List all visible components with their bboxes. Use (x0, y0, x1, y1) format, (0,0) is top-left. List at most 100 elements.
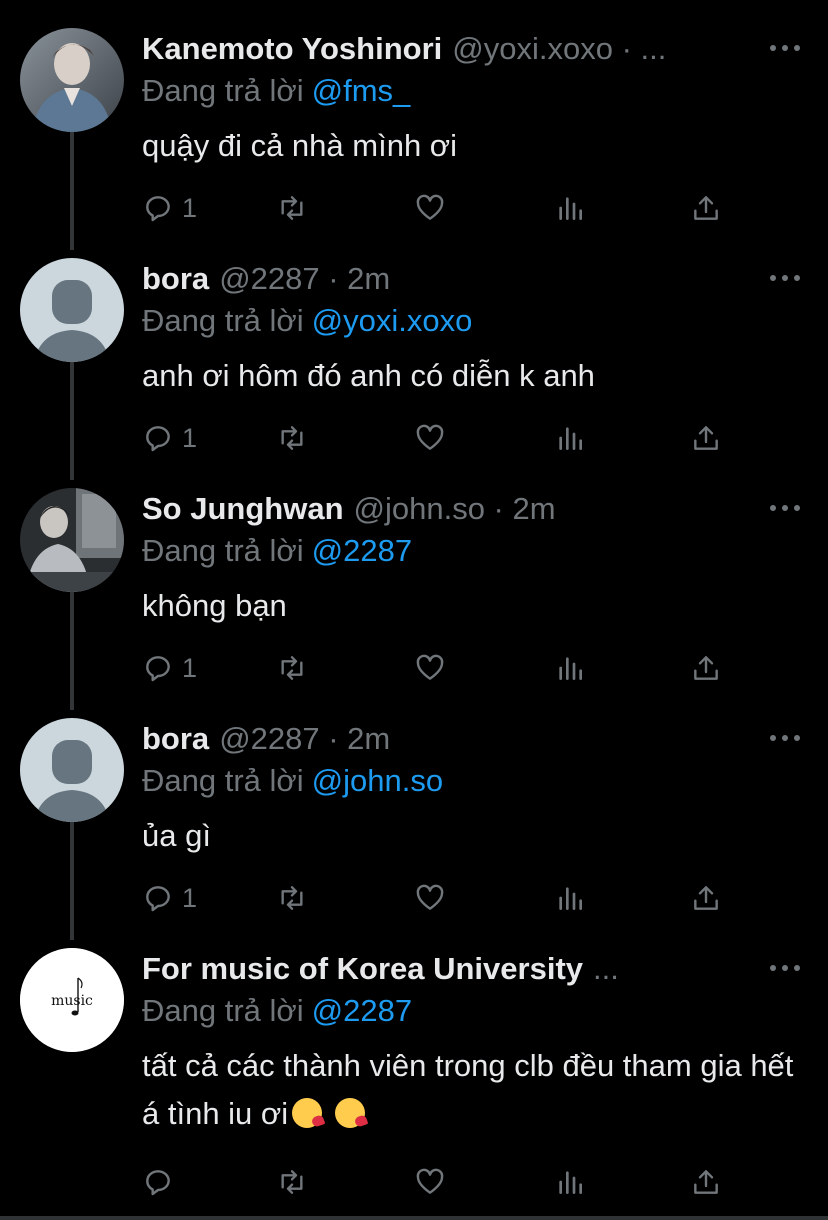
more-options-icon[interactable] (770, 266, 800, 290)
handle-time: @yoxi.xoxo · ... (452, 31, 667, 66)
tweet-text-container: tất cả các thành viên trong clb đều tham… (142, 1042, 808, 1138)
default-avatar-icon (20, 258, 124, 362)
tweet-header: bora @2287 · 2m (142, 258, 718, 300)
mention-link[interactable]: @yoxi.xoxo (312, 303, 473, 338)
reply-thread: Kanemoto Yoshinori @yoxi.xoxo · ... Đang … (0, 0, 828, 1220)
replying-to: Đang trả lời @john.so (142, 760, 443, 802)
replying-to: Đang trả lời @2287 (142, 990, 412, 1032)
stats-icon (559, 197, 582, 220)
replying-to: Đang trả lời @2287 (142, 530, 412, 572)
stats-icon (559, 887, 582, 910)
display-name[interactable]: bora (142, 261, 209, 296)
thread-line (70, 822, 74, 920)
handle-time: ... (593, 951, 619, 986)
like-button[interactable] (414, 1160, 446, 1204)
avatar[interactable] (20, 258, 124, 362)
retweet-button[interactable] (276, 876, 308, 920)
like-button[interactable] (414, 876, 446, 920)
mention-link[interactable]: @john.so (312, 763, 443, 798)
stats-button[interactable] (554, 416, 586, 460)
tweet-actions: 1 (142, 646, 742, 690)
retweet-icon (281, 1170, 303, 1194)
share-button[interactable] (690, 1160, 722, 1204)
stats-button[interactable] (554, 1160, 586, 1204)
reply-count: 1 (182, 652, 198, 683)
reply-button[interactable] (142, 1160, 182, 1204)
reply-button[interactable]: 1 (142, 876, 197, 920)
tweet-actions: 1 (142, 186, 742, 230)
tweet-text: không bạn (142, 588, 287, 623)
tweet[interactable]: Kanemoto Yoshinori @yoxi.xoxo · ... Đang … (0, 0, 828, 230)
reply-icon (146, 656, 170, 682)
mention-link[interactable]: @fms_ (312, 73, 411, 108)
more-options-icon[interactable] (770, 36, 800, 60)
reply-button[interactable]: 1 (142, 646, 197, 690)
share-button[interactable] (690, 416, 722, 460)
retweet-icon (281, 196, 303, 220)
tweet[interactable]: bora @2287 · 2m Đang trả lời @john.so ủa g… (0, 690, 828, 920)
share-icon (694, 426, 718, 450)
share-icon (694, 886, 718, 910)
kissing-heart-emoji (334, 1098, 365, 1128)
retweet-icon (281, 886, 303, 910)
tweet-header: For music of Korea University... (142, 948, 718, 990)
stats-button[interactable] (554, 876, 586, 920)
avatar[interactable] (20, 718, 124, 822)
retweet-button[interactable] (276, 1160, 308, 1204)
tweet[interactable]: music For music of Korea University... Đ… (0, 920, 828, 1220)
reply-count: 1 (182, 422, 198, 453)
avatar[interactable]: music (20, 948, 124, 1052)
share-button[interactable] (690, 186, 722, 230)
stats-icon (559, 427, 582, 450)
more-options-icon[interactable] (770, 726, 800, 750)
reply-button[interactable]: 1 (142, 186, 197, 230)
display-name[interactable]: For music of Korea University (142, 951, 583, 986)
retweet-button[interactable] (276, 186, 308, 230)
tweet-actions: 1 (142, 416, 742, 460)
retweet-button[interactable] (276, 646, 308, 690)
stats-icon (559, 1171, 582, 1194)
mention-link[interactable]: @2287 (312, 533, 412, 568)
stats-button[interactable] (554, 186, 586, 230)
stats-button[interactable] (554, 646, 586, 690)
default-avatar-icon (20, 718, 124, 822)
tweet[interactable]: bora @2287 · 2m Đang trả lời @yoxi.xoxo an… (0, 230, 828, 460)
reply-count: 1 (182, 192, 198, 223)
stats-icon (559, 657, 582, 680)
thread-line (70, 690, 74, 710)
divider (0, 1216, 828, 1220)
reply-count: 1 (182, 882, 198, 913)
avatar[interactable] (20, 28, 124, 132)
thread-line (70, 920, 74, 940)
replying-label: Đang trả lời (142, 303, 304, 338)
thread-line (70, 460, 74, 480)
like-button[interactable] (414, 646, 446, 690)
heart-icon (416, 654, 444, 680)
display-name[interactable]: bora (142, 721, 209, 756)
reply-button[interactable]: 1 (142, 416, 197, 460)
like-button[interactable] (414, 186, 446, 230)
share-button[interactable] (690, 876, 722, 920)
display-name[interactable]: Kanemoto Yoshinori (142, 31, 442, 66)
retweet-button[interactable] (276, 416, 308, 460)
replying-label: Đang trả lời (142, 73, 304, 108)
retweet-icon (281, 656, 303, 680)
tweet[interactable]: So Junghwan @john.so · 2m Đang trả lời @22… (0, 460, 828, 690)
handle-time: @2287 · 2m (219, 721, 391, 756)
more-options-icon[interactable] (770, 956, 800, 980)
tweet-text: ủa gì (142, 818, 211, 853)
like-button[interactable] (414, 416, 446, 460)
replying-to: Đang trả lời @yoxi.xoxo (142, 300, 472, 342)
thread-line (70, 230, 74, 250)
avatar[interactable] (20, 488, 124, 592)
tweet-text: quậy đi cả nhà mình ơi (142, 128, 458, 163)
display-name[interactable]: So Junghwan (142, 491, 344, 526)
more-options-icon[interactable] (770, 496, 800, 520)
replying-to: Đang trả lời @fms_ (142, 70, 410, 112)
retweet-icon (281, 426, 303, 450)
heart-icon (416, 1168, 444, 1194)
mention-link[interactable]: @2287 (312, 993, 412, 1028)
reply-icon (146, 426, 170, 452)
share-button[interactable] (690, 646, 722, 690)
reply-icon (146, 196, 170, 222)
